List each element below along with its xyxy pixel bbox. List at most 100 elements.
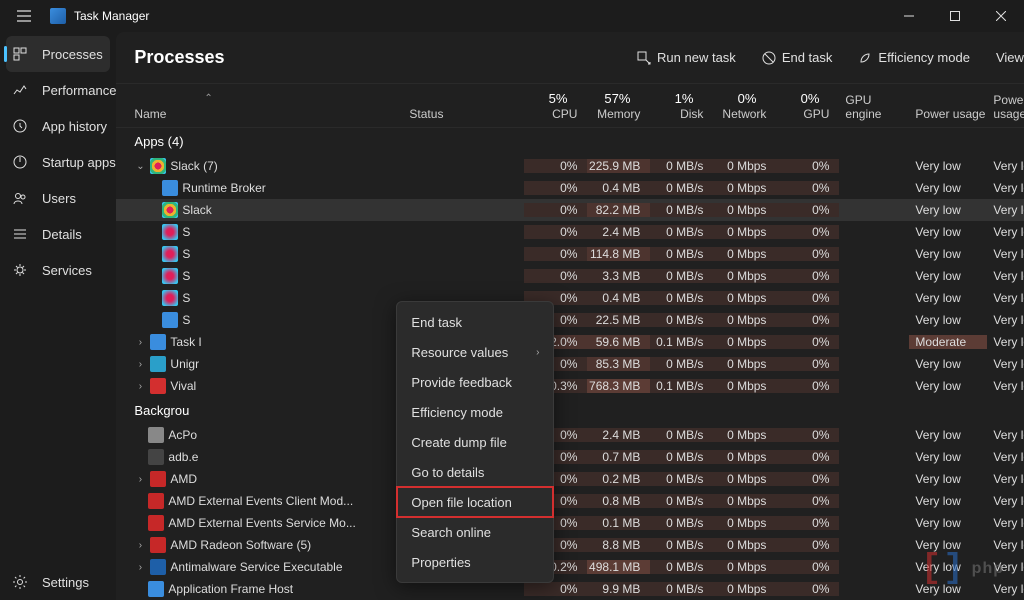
content-area: Processes Run new task End task Efficien… xyxy=(116,32,1024,600)
column-name[interactable]: ⌃Name xyxy=(134,107,409,121)
leaf-icon xyxy=(858,51,872,65)
table-header: ⌃Name Status 5%CPU 57%Memory 1%Disk 0%Ne… xyxy=(116,84,1024,128)
gear-icon xyxy=(12,574,28,590)
run-new-task-button[interactable]: Run new task xyxy=(627,42,746,74)
ctx-open-file-location[interactable]: Open file location xyxy=(397,487,553,517)
process-icon xyxy=(162,312,178,328)
column-status[interactable]: Status xyxy=(409,107,524,121)
sidebar-item-settings[interactable]: Settings xyxy=(0,564,116,600)
table-row[interactable]: Application Frame Host0%9.9 MB0 MB/s0 Mb… xyxy=(116,578,1024,600)
close-button[interactable] xyxy=(978,0,1024,32)
sidebar-item-performance[interactable]: Performance xyxy=(0,72,116,108)
efficiency-mode-button[interactable]: Efficiency mode xyxy=(848,42,980,74)
ctx-go-to-details[interactable]: Go to details xyxy=(397,457,553,487)
chevron-right-icon[interactable]: › xyxy=(134,381,146,392)
column-power-trend[interactable]: Power usage t xyxy=(987,93,1024,121)
table-row[interactable]: AcPo0%2.4 MB0 MB/s0 Mbps0%Very lowVery l… xyxy=(116,424,1024,446)
minimize-icon xyxy=(904,11,914,21)
table-row[interactable]: adb.e0%0.7 MB0 MB/s0 Mbps0%Very lowVery … xyxy=(116,446,1024,468)
sidebar-item-processes[interactable]: Processes xyxy=(6,36,110,72)
maximize-button[interactable] xyxy=(932,0,978,32)
sidebar-item-label: Processes xyxy=(42,47,103,62)
table-row[interactable]: S0%22.5 MB0 MB/s0 Mbps0%Very lowVery low xyxy=(116,309,1024,331)
table-row[interactable]: ›Unigr0%85.3 MB0 MB/s0 Mbps0%Very lowVer… xyxy=(116,353,1024,375)
process-icon xyxy=(150,471,166,487)
end-task-button[interactable]: End task xyxy=(752,42,843,74)
processes-icon xyxy=(12,46,28,62)
process-icon xyxy=(162,246,178,262)
ctx-properties[interactable]: Properties xyxy=(397,547,553,577)
column-memory[interactable]: 57%Memory xyxy=(587,91,650,121)
table-row[interactable]: AMD External Events Service Mo...0%0.1 M… xyxy=(116,512,1024,534)
table-row[interactable]: S0%3.3 MB0 MB/s0 Mbps0%Very lowVery low xyxy=(116,265,1024,287)
process-icon xyxy=(162,224,178,240)
process-icon xyxy=(150,334,166,350)
process-icon xyxy=(150,559,166,575)
chevron-right-icon[interactable]: › xyxy=(134,337,146,348)
app-icon xyxy=(50,8,66,24)
chevron-right-icon[interactable]: › xyxy=(134,540,146,551)
column-network[interactable]: 0%Network xyxy=(713,91,776,121)
process-icon xyxy=(148,581,164,597)
slack-icon xyxy=(150,158,166,174)
process-icon xyxy=(148,493,164,509)
view-button[interactable]: View▾ xyxy=(986,42,1024,74)
process-icon xyxy=(150,356,166,372)
column-gpu-engine[interactable]: GPU engine xyxy=(839,93,909,121)
column-disk[interactable]: 1%Disk xyxy=(650,91,713,121)
process-icon xyxy=(162,290,178,306)
sidebar-item-label: Settings xyxy=(42,575,89,590)
column-cpu[interactable]: 5%CPU xyxy=(524,91,587,121)
table-row[interactable]: S0%114.8 MB0 MB/s0 Mbps0%Very lowVery lo… xyxy=(116,243,1024,265)
sidebar-item-services[interactable]: Services xyxy=(0,252,116,288)
history-icon xyxy=(12,118,28,134)
column-power-usage[interactable]: Power usage xyxy=(909,107,987,121)
sort-indicator-icon: ⌃ xyxy=(204,93,212,104)
startup-icon xyxy=(12,154,28,170)
sidebar-item-details[interactable]: Details xyxy=(0,216,116,252)
ctx-create-dump[interactable]: Create dump file xyxy=(397,427,553,457)
process-icon xyxy=(148,427,164,443)
table-row[interactable]: S0%0.4 MB0 MB/s0 Mbps0%Very lowVery low xyxy=(116,287,1024,309)
ctx-provide-feedback[interactable]: Provide feedback xyxy=(397,367,553,397)
table-row[interactable]: ›Antimalware Service Executable0.2%498.1… xyxy=(116,556,1024,578)
sidebar-item-label: App history xyxy=(42,119,107,134)
chevron-down-icon[interactable]: ⌄ xyxy=(134,161,146,172)
app-title: Task Manager xyxy=(74,9,149,23)
table-row[interactable]: AMD External Events Client Mod...0%0.8 M… xyxy=(116,490,1024,512)
sidebar-item-label: Startup apps xyxy=(42,155,116,170)
table-body: Apps (4) ⌄Slack (7)0%225.9 MB0 MB/s0 Mbp… xyxy=(116,128,1024,600)
process-icon xyxy=(162,268,178,284)
sidebar-item-users[interactable]: Users xyxy=(0,180,116,216)
ctx-search-online[interactable]: Search online xyxy=(397,517,553,547)
column-gpu[interactable]: 0%GPU xyxy=(776,91,839,121)
chevron-right-icon[interactable]: › xyxy=(134,562,146,573)
table-row[interactable]: S0%2.4 MB0 MB/s0 Mbps0%Very lowVery low xyxy=(116,221,1024,243)
maximize-icon xyxy=(950,11,960,21)
chevron-right-icon[interactable]: › xyxy=(134,359,146,370)
sidebar-item-label: Details xyxy=(42,227,82,242)
performance-icon xyxy=(12,82,28,98)
table-row-selected[interactable]: Slack0%82.2 MB0 MB/s0 Mbps0%Very lowVery… xyxy=(116,199,1024,221)
hamburger-menu[interactable] xyxy=(8,0,40,32)
minimize-button[interactable] xyxy=(886,0,932,32)
ctx-end-task[interactable]: End task xyxy=(397,307,553,337)
users-icon xyxy=(12,190,28,206)
sidebar-item-startup-apps[interactable]: Startup apps xyxy=(0,144,116,180)
group-background: Backgrou xyxy=(116,397,1024,424)
process-icon xyxy=(148,449,164,465)
sidebar-item-app-history[interactable]: App history xyxy=(0,108,116,144)
chevron-right-icon[interactable]: › xyxy=(134,474,146,485)
table-row[interactable]: ›Task I2.0%59.6 MB0.1 MB/s0 Mbps0%Modera… xyxy=(116,331,1024,353)
table-row[interactable]: ›AMD Radeon Software (5)0%8.8 MB0 MB/s0 … xyxy=(116,534,1024,556)
sidebar-item-label: Users xyxy=(42,191,76,206)
ctx-efficiency-mode[interactable]: Efficiency mode xyxy=(397,397,553,427)
context-menu: End task Resource values› Provide feedba… xyxy=(396,301,554,583)
table-row[interactable]: ›AMD0%0.2 MB0 MB/s0 Mbps0%Very lowVery l… xyxy=(116,468,1024,490)
ctx-resource-values[interactable]: Resource values› xyxy=(397,337,553,367)
run-task-icon xyxy=(637,51,651,65)
table-row[interactable]: ⌄Slack (7)0%225.9 MB0 MB/s0 Mbps0%Very l… xyxy=(116,155,1024,177)
table-row[interactable]: ›Vival0.3%768.3 MB0.1 MB/s0 Mbps0%Very l… xyxy=(116,375,1024,397)
slack-icon xyxy=(162,202,178,218)
table-row[interactable]: Runtime Broker0%0.4 MB0 MB/s0 Mbps0%Very… xyxy=(116,177,1024,199)
